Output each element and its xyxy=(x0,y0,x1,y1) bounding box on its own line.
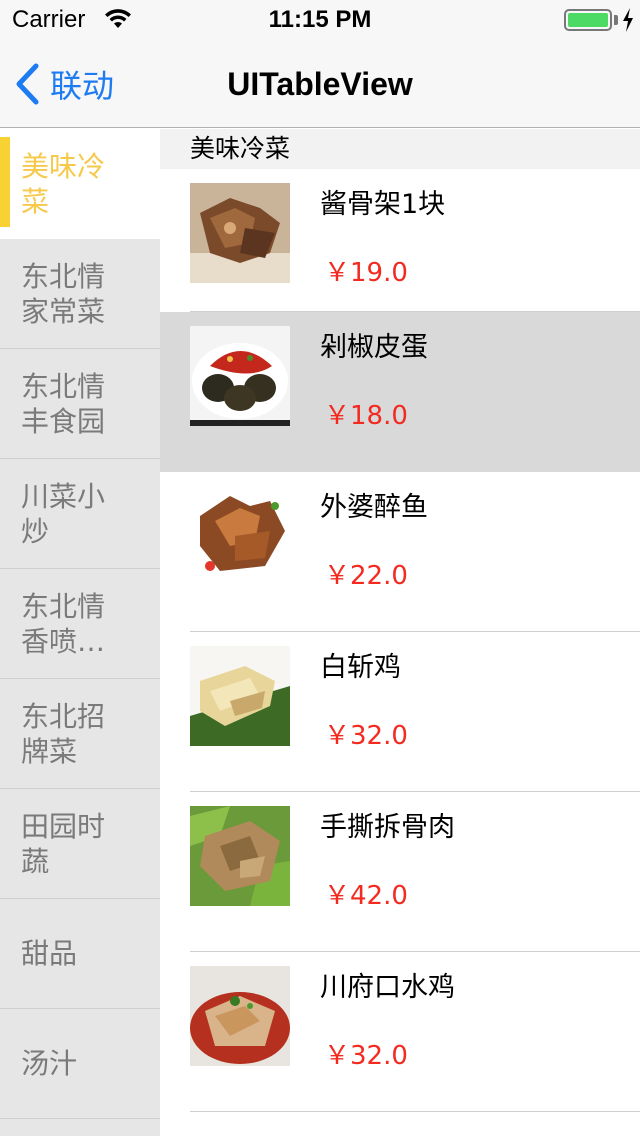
white-chicken-image xyxy=(190,646,290,746)
dish-price: ￥32.0 xyxy=(324,1041,408,1071)
category-item[interactable]: 田园时蔬 xyxy=(0,789,160,899)
dish-name: 川府口水鸡 xyxy=(320,972,455,1003)
category-item[interactable]: 汤汁 xyxy=(0,1009,160,1119)
category-label: 川菜小炒 xyxy=(21,479,106,548)
dish-price: ￥19.0 xyxy=(324,258,408,288)
battery-cap xyxy=(614,15,618,25)
dish-price: ￥22.0 xyxy=(324,561,408,591)
dish-row[interactable]: 川府口水鸡 ￥32.0 xyxy=(160,952,640,1112)
dish-name: 外婆醉鱼 xyxy=(320,492,428,523)
status-bar: Carrier 11:15 PM xyxy=(0,0,640,40)
category-item[interactable]: 东北招牌菜 xyxy=(0,679,160,789)
drunken-fish-image xyxy=(190,486,290,586)
chili-egg-image xyxy=(190,326,290,426)
category-label: 汤汁 xyxy=(21,1047,78,1080)
category-label: 东北情丰食园 xyxy=(21,369,106,438)
category-item[interactable]: 甜品 xyxy=(0,899,160,1009)
clock-label: 11:15 PM xyxy=(268,6,372,33)
dish-name: 剁椒皮蛋 xyxy=(320,332,428,363)
category-item[interactable]: 东北情家常菜 xyxy=(0,239,160,349)
page-title: UITableView xyxy=(227,66,413,102)
charging-icon xyxy=(622,8,634,32)
dish-price: ￥18.0 xyxy=(324,401,408,431)
category-sidebar[interactable]: 美味冷菜 东北情家常菜 东北情丰食园 川菜小炒 东北情香喷… 东北招牌菜 田园时… xyxy=(0,129,160,1136)
dish-row[interactable]: 手撕拆骨肉 ￥42.0 xyxy=(160,792,640,952)
dish-row[interactable]: 白斩鸡 ￥32.0 xyxy=(160,632,640,792)
pork-bone-image xyxy=(190,183,290,283)
battery-icon xyxy=(564,9,612,31)
category-label: 美味冷菜 xyxy=(21,149,106,218)
dish-row[interactable]: 剁椒皮蛋 ￥18.0 xyxy=(160,312,640,472)
category-label: 田园时蔬 xyxy=(21,809,106,878)
dish-row[interactable]: 酱骨架1块 ￥19.0 xyxy=(160,169,640,312)
dish-row[interactable]: 外婆醉鱼 ￥22.0 xyxy=(160,472,640,632)
spicy-chicken-image xyxy=(190,966,290,1066)
dish-name: 手撕拆骨肉 xyxy=(320,812,455,843)
category-label: 东北招牌菜 xyxy=(21,699,106,768)
category-label: 东北情家常菜 xyxy=(21,259,106,328)
category-item[interactable]: 东北情丰食园 xyxy=(0,349,160,459)
dish-price: ￥32.0 xyxy=(324,721,408,751)
category-item[interactable]: 东北情香喷… xyxy=(0,569,160,679)
section-header: 美味冷菜 xyxy=(160,129,640,169)
shredded-meat-image xyxy=(190,806,290,906)
dish-name: 酱骨架1块 xyxy=(320,189,446,220)
navigation-bar: 联动 UITableView xyxy=(0,40,640,128)
category-item[interactable]: 川菜小炒 xyxy=(0,459,160,569)
category-item[interactable]: 美味冷菜 xyxy=(0,129,160,239)
dish-table[interactable]: 美味冷菜 酱骨架1块 ￥19.0 剁椒皮蛋 ￥18.0 外婆醉鱼 ￥22.0 白… xyxy=(160,129,640,1136)
category-label: 甜品 xyxy=(21,937,78,970)
dish-name: 白斩鸡 xyxy=(320,652,401,683)
category-label: 东北情香喷… xyxy=(21,589,106,658)
dish-price: ￥42.0 xyxy=(324,881,408,911)
